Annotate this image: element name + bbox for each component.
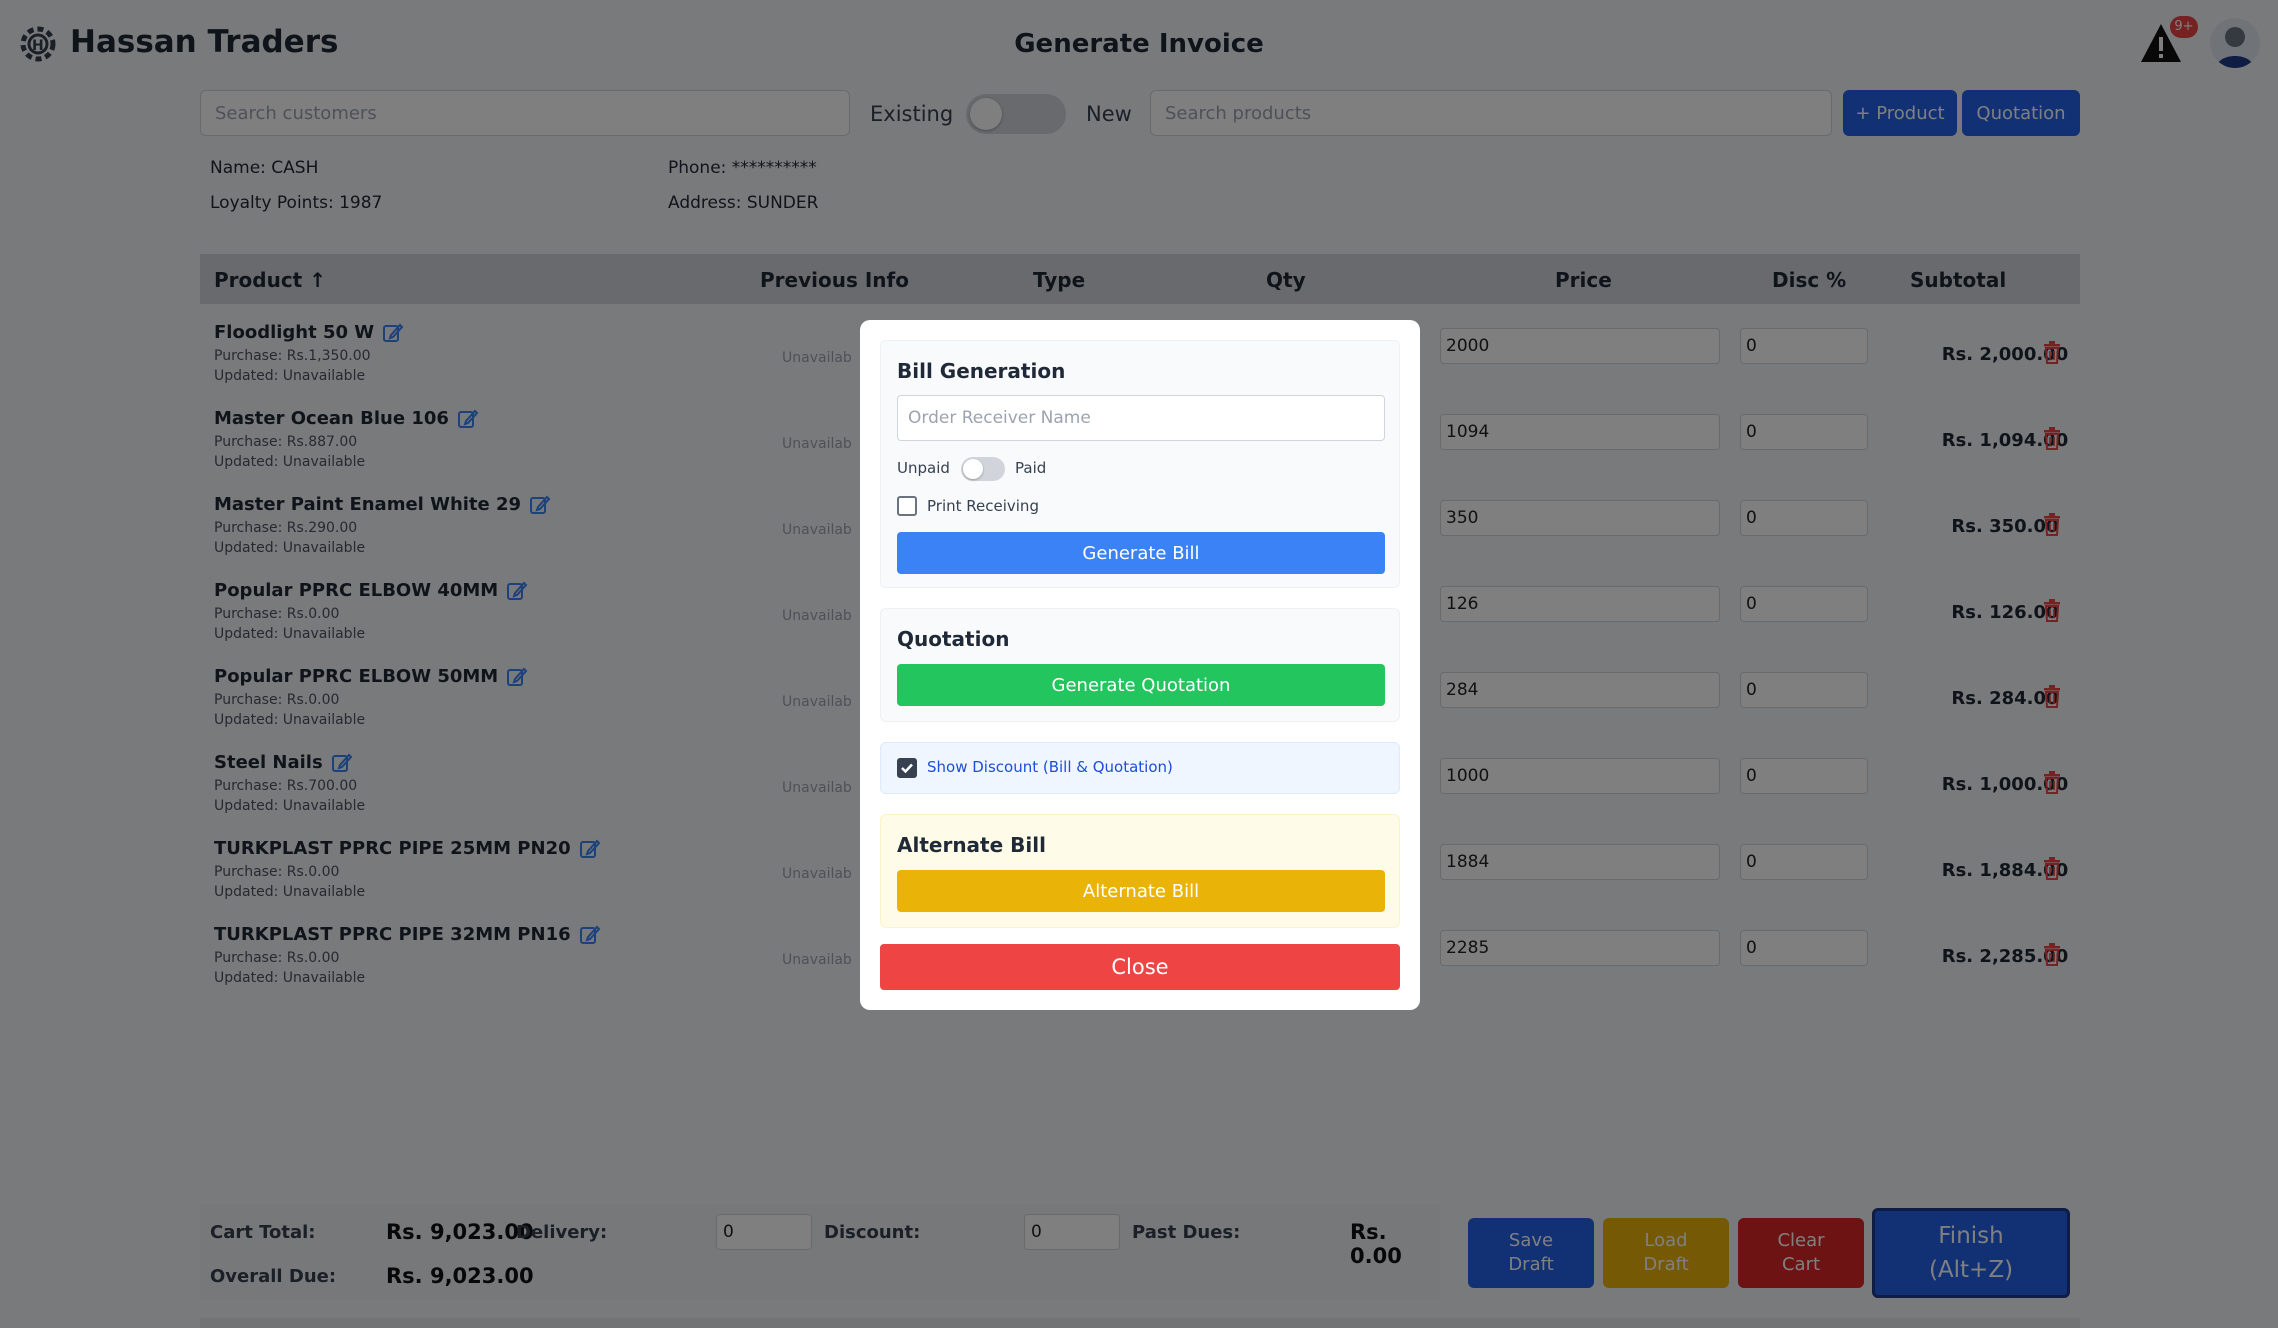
alternate-bill-button[interactable]: Alternate Bill [897, 870, 1385, 912]
print-receiving-label: Print Receiving [927, 497, 1039, 515]
bill-generation-title: Bill Generation [897, 359, 1066, 383]
paid-label: Paid [1015, 459, 1047, 477]
quotation-section: Quotation Generate Quotation [880, 608, 1400, 722]
check-icon [901, 763, 913, 774]
alternate-bill-section: Alternate Bill Alternate Bill [880, 814, 1400, 928]
bill-generation-section: Bill Generation Unpaid Paid Print Receiv… [880, 340, 1400, 588]
show-discount-section: Show Discount (Bill & Quotation) [880, 742, 1400, 794]
unpaid-label: Unpaid [897, 459, 950, 477]
paid-toggle[interactable] [961, 457, 1005, 481]
alternate-bill-title: Alternate Bill [897, 833, 1046, 857]
generate-bill-button[interactable]: Generate Bill [897, 532, 1385, 574]
close-button[interactable]: Close [880, 944, 1400, 990]
show-discount-label: Show Discount (Bill & Quotation) [927, 758, 1173, 776]
show-discount-checkbox[interactable] [897, 758, 917, 778]
quotation-title: Quotation [897, 627, 1010, 651]
generate-quotation-button[interactable]: Generate Quotation [897, 664, 1385, 706]
order-receiver-input[interactable] [897, 395, 1385, 441]
print-receiving-checkbox[interactable] [897, 496, 917, 516]
bill-modal: Bill Generation Unpaid Paid Print Receiv… [860, 320, 1420, 1010]
